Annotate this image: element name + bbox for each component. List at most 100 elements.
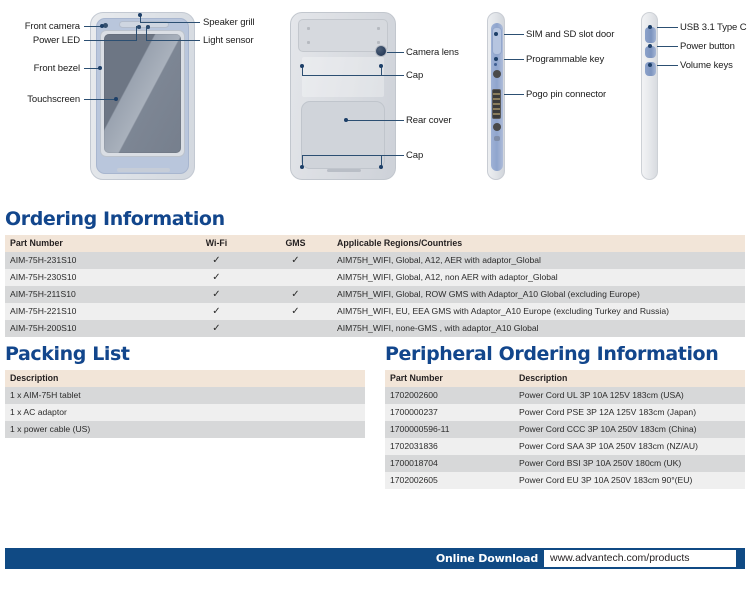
dot-power-button [648, 44, 652, 48]
column-header-description: Description [5, 370, 365, 387]
cell-wifi-check: ✓ [212, 255, 221, 266]
list-item: 1 x AC adaptor [5, 404, 365, 421]
cell-gms-check [258, 320, 332, 337]
cell-part-number: 1702002605 [390, 475, 438, 485]
cell-gms-check [258, 269, 332, 286]
cell-description: Power Cord BSI 3P 10A 250V 180cm (UK) [519, 458, 682, 468]
cell-description: 1 x AIM-75H tablet [10, 390, 81, 400]
column-header-regions: Applicable Regions/Countries [332, 235, 745, 252]
leader-cap-top [302, 75, 404, 76]
table-row: AIM-75H-211S10 ✓ ✓ AIM75H_WIFI, Global, ROW… [5, 286, 745, 303]
label-front-bezel: Front bezel [33, 63, 81, 74]
rear-cover-graphic [301, 101, 385, 169]
label-touchscreen: Touchscreen [27, 94, 80, 105]
column-header-part-number: Part Number [385, 370, 514, 387]
cell-part-number: AIM-75H-221S10 [10, 306, 77, 316]
label-volume-keys: Volume keys [680, 60, 733, 71]
tablet-left-side-view [487, 12, 505, 180]
cell-part-number: AIM-75H-231S10 [10, 255, 77, 265]
ordering-information-table: Part Number Wi-Fi GMS Applicable Regions… [5, 235, 745, 337]
screw-graphic [377, 41, 380, 44]
label-camera-lens: Camera lens [406, 47, 459, 58]
port-vent-graphic [493, 136, 500, 141]
screw-graphic [377, 27, 380, 30]
cell-regions: AIM75H_WIFI, Global, A12, non AER with a… [337, 272, 558, 282]
dot-touchscreen [114, 97, 118, 101]
power-led-graphic [137, 25, 141, 29]
cell-part-number: 1702002600 [390, 390, 438, 400]
column-header-part-number: Part Number [5, 235, 174, 252]
cell-part-number: 1700000237 [390, 407, 438, 417]
online-download-url[interactable]: www.advantech.com/products [544, 550, 736, 567]
column-header-description: Description [514, 370, 745, 387]
leader-power-led [84, 40, 137, 41]
ordering-information-section: Ordering Information Part Number Wi-Fi G… [5, 208, 745, 337]
leader-rear-cover [346, 120, 404, 121]
dot-usb-type-c [648, 25, 652, 29]
cell-gms-check: ✓ [291, 289, 300, 300]
table-row: 1702002605 Power Cord EU 3P 10A 250V 183c… [385, 472, 745, 489]
cell-wifi-check: ✓ [212, 323, 221, 334]
leader-camera-lens [387, 52, 404, 53]
label-power-button: Power button [680, 41, 735, 52]
usb-type-c-graphic [644, 27, 656, 43]
packing-list-title: Packing List [5, 343, 130, 365]
programmable-key-graphic [492, 70, 501, 78]
label-front-camera: Front camera [24, 21, 80, 32]
port-small-graphic [494, 63, 497, 66]
dot-rear-cover [344, 118, 348, 122]
peripheral-ordering-title: Peripheral Ordering Information [385, 343, 719, 365]
rear-top-panel-graphic [298, 19, 388, 52]
leader-sim-sd-slot-door [504, 34, 524, 35]
label-light-sensor: Light sensor [203, 35, 254, 46]
leader-speaker-grill-vert [140, 16, 141, 23]
screw-graphic [307, 41, 310, 44]
leader-cap-bottom [302, 155, 404, 156]
dot-sim-sd-slot-door [494, 32, 498, 36]
cell-regions: AIM75H_WIFI, EU, EEA GMS with Adaptor_A1… [337, 306, 669, 316]
cell-part-number: 1700018704 [390, 458, 438, 468]
product-diagram-area: Front camera Power LED Front bezel Touch… [0, 0, 750, 200]
cell-regions: AIM75H_WIFI, Global, A12, AER with adapt… [337, 255, 541, 265]
peripheral-ordering-section: Peripheral Ordering Information Part Num… [385, 343, 745, 489]
dot-speaker-grill [138, 13, 142, 17]
cell-description: 1 x power cable (US) [10, 424, 91, 434]
dot-cap-bottom-left [300, 165, 304, 169]
port-round-graphic [492, 123, 501, 131]
table-row: 1700000596-11 Power Cord CCC 3P 10A 250V … [385, 421, 745, 438]
cell-gms-check: ✓ [291, 306, 300, 317]
label-speaker-grill: Speaker grill [203, 17, 255, 28]
camera-lens-graphic [375, 45, 387, 57]
table-row: 1700000237 Power Cord PSE 3P 12A 125V 183… [385, 404, 745, 421]
table-row: 1700018704 Power Cord BSI 3P 10A 250V 180… [385, 455, 745, 472]
list-item: 1 x power cable (US) [5, 421, 365, 438]
label-power-led: Power LED [32, 35, 80, 46]
dot-front-bezel [98, 66, 102, 70]
rear-bottom-slot-graphic [327, 169, 361, 172]
table-row: AIM-75H-231S10 ✓ ✓ AIM75H_WIFI, Global, A12… [5, 252, 745, 269]
footer-bar: Online Download www.advantech.com/produc… [5, 548, 745, 569]
table-header-row: Part Number Description [385, 370, 745, 387]
front-bottom-bar-graphic [117, 168, 170, 172]
leader-touchscreen [84, 99, 116, 100]
column-header-wifi: Wi-Fi [174, 235, 258, 252]
table-row: AIM-75H-230S10 ✓ AIM75H_WIFI, Global, A12,… [5, 269, 745, 286]
label-cap-top: Cap [406, 70, 424, 81]
cell-regions: AIM75H_WIFI, none-GMS , with adaptor_A10… [337, 323, 539, 333]
packing-list-section: Packing List Description 1 x AIM-75H tab… [5, 343, 365, 438]
cell-wifi-check: ✓ [212, 306, 221, 317]
leader-volume-keys [657, 65, 678, 66]
cell-wifi-check: ✓ [212, 289, 221, 300]
cell-regions: AIM75H_WIFI, Global, ROW GMS with Adapto… [337, 289, 640, 299]
dot-front-camera [100, 24, 104, 28]
peripheral-ordering-table: Part Number Description 1702002600 Power … [385, 370, 745, 489]
cell-part-number: AIM-75H-211S10 [10, 289, 76, 299]
online-download-label: Online Download [435, 552, 538, 565]
tablet-right-side-view [641, 12, 658, 180]
cell-part-number: 1702031836 [390, 441, 438, 451]
column-header-gms: GMS [258, 235, 332, 252]
leader-light-sensor-vert [146, 26, 147, 41]
touchscreen-graphic [104, 34, 181, 153]
cell-description: Power Cord PSE 3P 12A 125V 183cm (Japan) [519, 407, 697, 417]
label-sim-sd-slot-door: SIM and SD slot door [526, 29, 615, 40]
